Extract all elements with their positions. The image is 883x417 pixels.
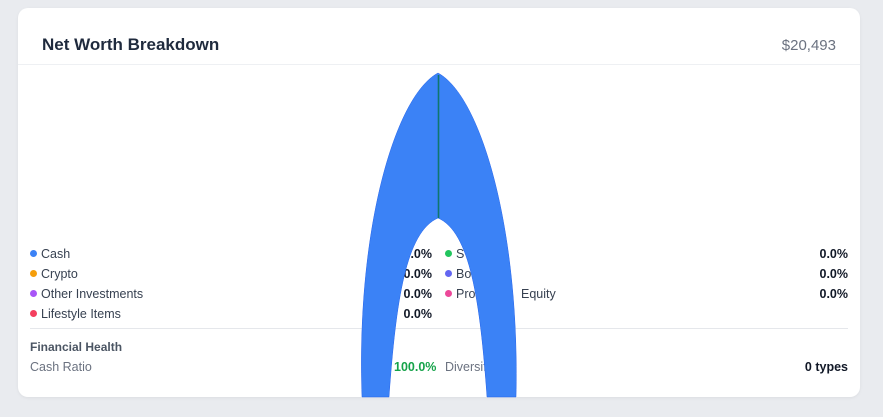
legend-label: Crypto	[41, 267, 78, 281]
legend-percent: 0.0%	[403, 287, 433, 301]
net-worth-total: $20,493	[781, 37, 836, 54]
legend-label-tail: Equity	[521, 287, 556, 301]
diversification-label: Diversif	[445, 360, 487, 374]
diversification-label-tail: n	[509, 360, 516, 374]
section-divider	[30, 328, 848, 329]
legend-item-lifestyle: Lifestyle Items 0.0%	[30, 306, 432, 322]
legend-label: Bo	[456, 267, 472, 281]
net-worth-card: Net Worth Breakdown $20,493 Cash 0.0% Cr…	[18, 8, 860, 397]
card-title: Net Worth Breakdown	[42, 35, 220, 54]
legend-percent: 0.0%	[403, 267, 433, 281]
diversification-value: 0 types	[804, 360, 848, 374]
legend-percent: 0.0%	[403, 247, 433, 261]
legend-label: Pro	[456, 287, 476, 301]
cash-ratio-value: 100.0%	[394, 360, 437, 374]
card-header: Net Worth Breakdown $20,493	[18, 8, 860, 65]
legend-item-property-equity: Pro Equity 0.0%	[445, 286, 848, 302]
legend-percent: 0.0%	[819, 287, 849, 301]
legend-item-cash: Cash 0.0%	[30, 246, 432, 262]
legend-item-bonds: Bo 0.0%	[445, 266, 848, 282]
legend-item-other-investments: Other Investments 0.0%	[30, 286, 432, 302]
cash-dot-icon	[30, 250, 37, 257]
legend-percent: 0.0%	[819, 267, 849, 281]
other-investments-dot-icon	[30, 290, 37, 297]
legend-item-crypto: Crypto 0.0%	[30, 266, 432, 282]
financial-health-title: Financial Health	[30, 340, 123, 354]
legend-label: Cash	[41, 247, 71, 261]
bonds-dot-icon	[445, 270, 452, 277]
legend-percent: 0.0%	[403, 307, 433, 321]
legend-label: Other Investments	[41, 287, 144, 301]
legend-label: Lifestyle Items	[41, 307, 121, 321]
legend-percent: 0.0%	[819, 247, 849, 261]
crypto-dot-icon	[30, 270, 37, 277]
legend-item-stocks: S 0.0%	[445, 246, 848, 262]
stocks-dot-icon	[445, 250, 452, 257]
legend-label: S	[456, 247, 465, 261]
property-dot-icon	[445, 290, 452, 297]
cash-ratio-label: Cash Ratio	[30, 360, 92, 374]
lifestyle-dot-icon	[30, 310, 37, 317]
